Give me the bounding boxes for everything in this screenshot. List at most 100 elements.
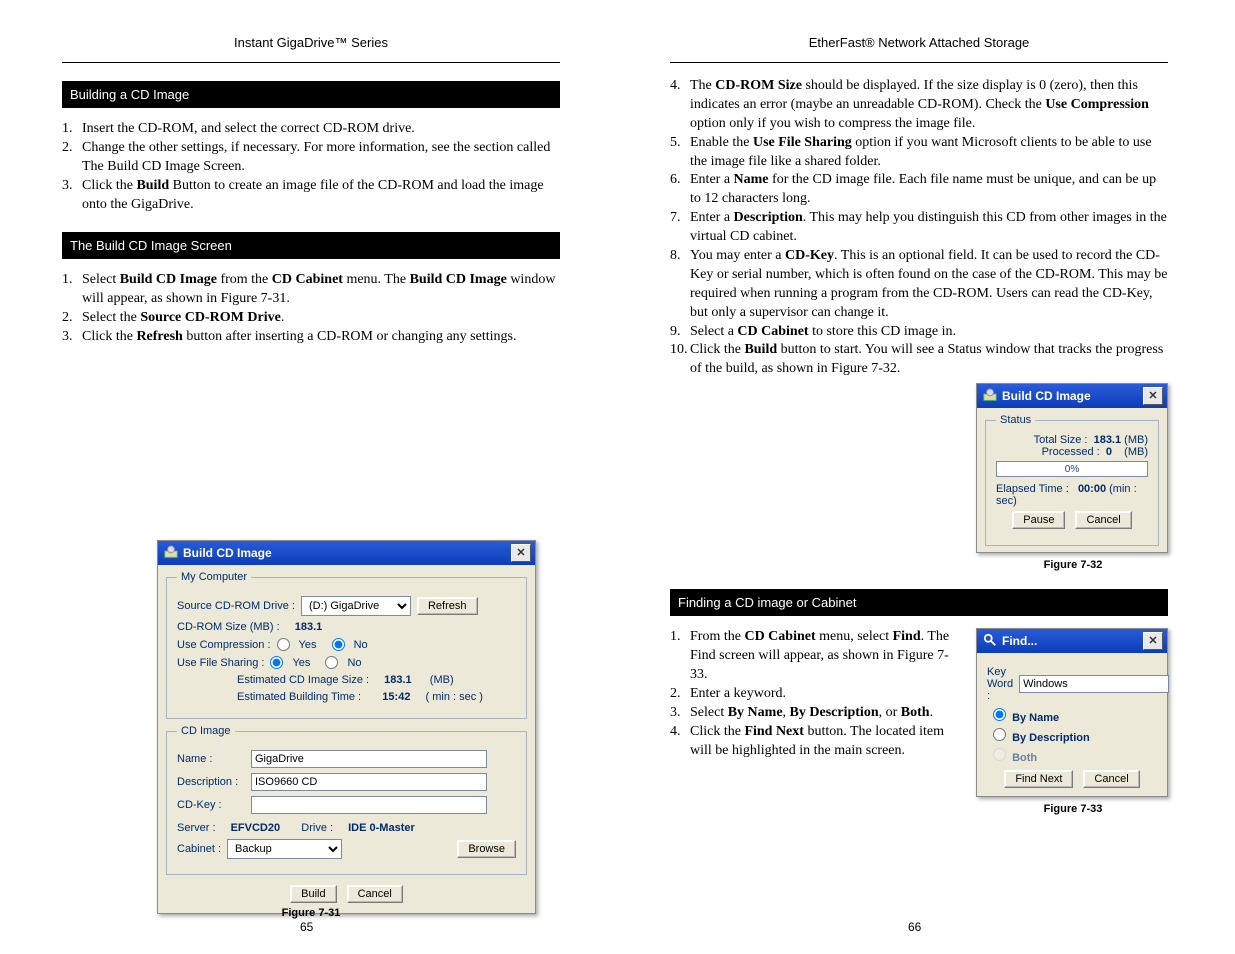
cdkey-input[interactable] [251, 796, 487, 814]
step-number: 10. [670, 341, 690, 379]
build-cd-image-dialog: Build CD Image ✕ My Computer Source CD-R… [157, 540, 536, 914]
cdkey-label: CD-Key : [177, 799, 245, 811]
step-text: You may enter a CD-Key. This is an optio… [690, 247, 1168, 323]
app-icon [164, 545, 178, 562]
processed-label: Processed : [1042, 446, 1100, 458]
figure-caption-7-31: Figure 7-31 [62, 907, 560, 919]
compression-no-radio[interactable] [332, 638, 345, 651]
figure-caption-7-32: Figure 7-32 [978, 559, 1168, 571]
by-description-option[interactable]: By Description [993, 728, 1157, 744]
both-option[interactable]: Both [993, 748, 1157, 764]
server-label: Server : [177, 822, 216, 834]
step-text: Select a CD Cabinet to store this CD ima… [690, 323, 956, 342]
drive-value: IDE 0-Master [348, 822, 415, 834]
series-title-left: Instant GigaDrive™ Series [62, 35, 560, 63]
step-number: 1. [670, 628, 690, 685]
cancel-button[interactable]: Cancel [1083, 770, 1139, 788]
keyword-input[interactable] [1019, 675, 1169, 693]
by-name-radio[interactable] [993, 708, 1006, 721]
total-size-value: 183.1 [1094, 434, 1122, 446]
step-text: Click the Find Next button. The located … [690, 723, 964, 761]
filesharing-no-radio[interactable] [325, 656, 338, 669]
legend-cd-image: CD Image [177, 725, 235, 737]
step-text: Select By Name, By Description, or Both. [690, 704, 933, 723]
step-text: Select the Source CD-ROM Drive. [82, 309, 284, 328]
drive-label: Drive : [301, 822, 333, 834]
section-build-screen: The Build CD Image Screen [62, 232, 560, 259]
step-number: 3. [62, 328, 82, 347]
page-number-right: 66 [908, 920, 921, 934]
step-number: 2. [670, 685, 690, 704]
step-text: Insert the CD-ROM, and select the correc… [82, 120, 415, 139]
cabinet-select[interactable]: Backup [227, 839, 342, 859]
step-number: 6. [670, 171, 690, 209]
find-next-button[interactable]: Find Next [1004, 770, 1073, 788]
cdrom-size-value: 183.1 [295, 621, 323, 633]
step-number: 3. [670, 704, 690, 723]
step-number: 1. [62, 120, 82, 139]
description-label: Description : [177, 776, 245, 788]
cdrom-size-label: CD-ROM Size (MB) : [177, 621, 280, 633]
series-title-right: EtherFast® Network Attached Storage [670, 35, 1168, 63]
est-size-label: Estimated CD Image Size : [237, 674, 369, 686]
legend-status: Status [996, 414, 1035, 426]
refresh-button[interactable]: Refresh [417, 597, 478, 615]
unit-mb: (MB) [1124, 446, 1148, 458]
step-number: 4. [670, 723, 690, 761]
processed-value: 0 [1106, 446, 1112, 458]
source-drive-select[interactable]: (D:) GigaDrive [301, 596, 411, 616]
server-value: EFVCD20 [231, 822, 281, 834]
close-icon[interactable]: ✕ [511, 544, 531, 562]
name-input[interactable] [251, 750, 487, 768]
step-text: Enter a Description. This may help you d… [690, 209, 1168, 247]
section-building-cd-image: Building a CD Image [62, 81, 560, 108]
step-number: 8. [670, 247, 690, 323]
find-dialog: Find... ✕ Key Word : By Name By Descript… [976, 628, 1168, 797]
est-time-value: 15:42 [382, 691, 410, 703]
step-text: Click the Build button to start. You wil… [690, 341, 1168, 379]
section-finding: Finding a CD image or Cabinet [670, 589, 1168, 616]
build-status-dialog: Build CD Image ✕ Status Total Size : 183… [976, 383, 1168, 553]
step-text: Select Build CD Image from the CD Cabine… [82, 271, 560, 309]
close-icon[interactable]: ✕ [1143, 387, 1163, 405]
progress-bar: 0% [996, 461, 1148, 477]
name-label: Name : [177, 753, 245, 765]
description-input[interactable] [251, 773, 487, 791]
step-number: 1. [62, 271, 82, 309]
step-number: 3. [62, 177, 82, 215]
no-label: No [354, 639, 368, 651]
step-number: 7. [670, 209, 690, 247]
pause-button[interactable]: Pause [1012, 511, 1065, 529]
step-number: 2. [62, 309, 82, 328]
dialog-title: Build CD Image [183, 546, 272, 560]
est-size-value: 183.1 [384, 674, 412, 686]
group-my-computer: My Computer Source CD-ROM Drive : (D:) G… [166, 571, 527, 719]
step-text: From the CD Cabinet menu, select Find. T… [690, 628, 964, 685]
browse-button[interactable]: Browse [457, 840, 516, 858]
elapsed-label: Elapsed Time : [996, 483, 1069, 495]
elapsed-value: 00:00 [1078, 483, 1106, 495]
step-number: 5. [670, 134, 690, 172]
step-text: Enter a keyword. [690, 685, 786, 704]
unit-mb: (MB) [1124, 434, 1148, 446]
filesharing-yes-radio[interactable] [270, 656, 283, 669]
cancel-button[interactable]: Cancel [1075, 511, 1131, 529]
dialog-title: Build CD Image [1002, 389, 1091, 403]
step-number: 9. [670, 323, 690, 342]
by-description-radio[interactable] [993, 728, 1006, 741]
compression-yes-radio[interactable] [277, 638, 290, 651]
by-name-option[interactable]: By Name [993, 708, 1157, 724]
step-number: 2. [62, 139, 82, 177]
total-size-label: Total Size : [1034, 434, 1088, 446]
step-text: Change the other settings, if necessary.… [82, 139, 560, 177]
both-radio [993, 748, 1006, 761]
close-icon[interactable]: ✕ [1143, 632, 1163, 650]
step-text: Click the Refresh button after inserting… [82, 328, 516, 347]
legend-my-computer: My Computer [177, 571, 251, 583]
group-cd-image: CD Image Name : Description : CD-Key : S… [166, 725, 527, 875]
est-time-label: Estimated Building Time : [237, 691, 361, 703]
keyword-label: Key Word : [987, 666, 1013, 702]
app-icon [983, 388, 997, 405]
figure-caption-7-33: Figure 7-33 [978, 803, 1168, 815]
yes-label: Yes [299, 639, 317, 651]
